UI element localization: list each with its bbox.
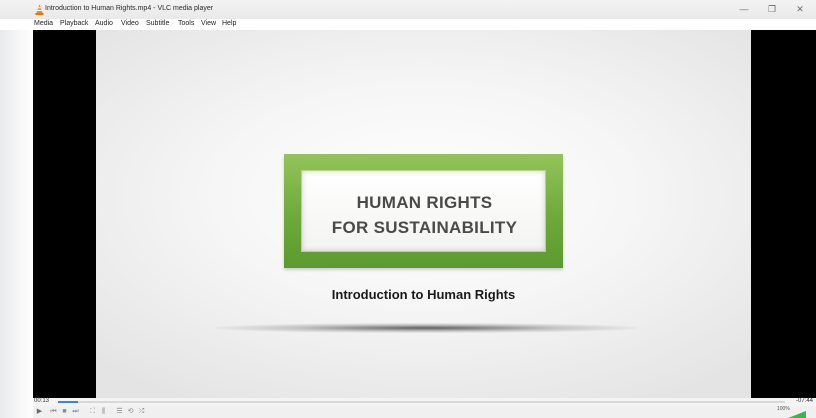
menu-playback[interactable]: Playback bbox=[60, 20, 88, 27]
maximize-button[interactable]: ❐ bbox=[765, 4, 779, 14]
headline-line-1: HUMAN RIGHTS bbox=[356, 193, 493, 212]
menu-audio[interactable]: Audio bbox=[95, 20, 113, 27]
video-frame: HUMAN RIGHTS FOR SUSTAINABILITY Introduc… bbox=[96, 30, 751, 398]
window-title: Introduction to Human Rights.mp4 - VLC m… bbox=[45, 5, 214, 12]
volume-slider[interactable]: 100% bbox=[777, 406, 807, 418]
title-card: HUMAN RIGHTS FOR SUSTAINABILITY bbox=[284, 154, 563, 268]
menu-subtitle[interactable]: Subtitle bbox=[146, 20, 169, 27]
vlc-cone-icon bbox=[35, 4, 44, 15]
next-button[interactable]: ⏭ bbox=[71, 407, 80, 417]
remaining-time[interactable]: -07:44 bbox=[796, 398, 813, 404]
close-button[interactable]: ✕ bbox=[793, 4, 807, 14]
menu-help[interactable]: Help bbox=[222, 20, 236, 27]
menu-view[interactable]: View bbox=[201, 20, 216, 27]
seek-area: 00:13 -07:44 bbox=[33, 398, 816, 406]
volume-label: 100% bbox=[777, 406, 790, 412]
headline-line-2: FOR SUSTAINABILITY bbox=[331, 218, 518, 237]
minimize-button[interactable]: — bbox=[737, 4, 751, 14]
fullscreen-button[interactable]: ⛶ bbox=[88, 407, 97, 417]
seek-progress bbox=[58, 401, 78, 403]
loop-button[interactable]: ⟲ bbox=[126, 407, 135, 417]
menu-tools[interactable]: Tools bbox=[178, 20, 194, 27]
menu-bar: Media Playback Audio Video Subtitle Tool… bbox=[0, 19, 816, 30]
seek-bar[interactable] bbox=[58, 401, 785, 403]
title-card-inner: HUMAN RIGHTS FOR SUSTAINABILITY bbox=[301, 170, 546, 252]
desktop-edge bbox=[0, 0, 34, 418]
shuffle-button[interactable]: ⤮ bbox=[137, 407, 146, 417]
previous-button[interactable]: ⏮ bbox=[49, 407, 58, 417]
elapsed-time: 00:13 bbox=[34, 398, 50, 404]
video-subtitle: Introduction to Human Rights bbox=[331, 287, 516, 302]
menu-media[interactable]: Media bbox=[34, 20, 53, 27]
video-area[interactable]: HUMAN RIGHTS FOR SUSTAINABILITY Introduc… bbox=[33, 30, 816, 398]
title-bar[interactable]: Introduction to Human Rights.mp4 - VLC m… bbox=[0, 0, 816, 19]
playlist-button[interactable]: ☰ bbox=[115, 407, 124, 417]
stop-button[interactable]: ■ bbox=[60, 407, 69, 417]
control-bar: ▶ ⏮ ■ ⏭ ⛶ ⫼ ☰ ⟲ ⤮ 100% bbox=[33, 406, 816, 418]
extended-settings-button[interactable]: ⫼ bbox=[99, 407, 108, 417]
menu-video[interactable]: Video bbox=[121, 20, 139, 27]
shelf-shadow bbox=[216, 323, 636, 333]
play-button[interactable]: ▶ bbox=[35, 407, 44, 417]
